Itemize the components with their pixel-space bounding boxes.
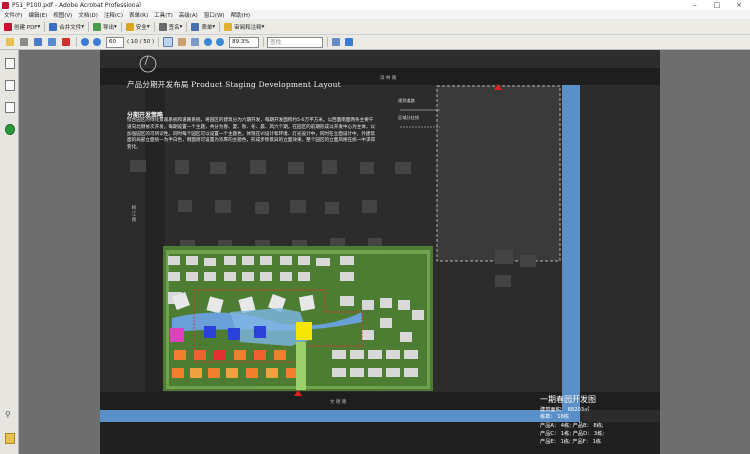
prev-page-icon[interactable] (81, 38, 89, 46)
menu-window[interactable]: 窗口(W) (204, 11, 225, 19)
road-label-north: 滨 林 路 (380, 76, 397, 81)
comment-icon (224, 22, 233, 31)
pages-icon[interactable] (5, 58, 15, 69)
pen-icon (158, 22, 167, 31)
forms-button[interactable]: 表单 ▾ (191, 22, 215, 31)
strategy-paragraph: 综合园区的绿化景观系统和道路系统，将园区的建筑分为六期开发，每期开发面积约5-6… (127, 118, 376, 151)
stop-icon[interactable] (62, 38, 70, 46)
lock-icon (125, 22, 134, 31)
next-page-icon[interactable] (93, 38, 101, 46)
page-count: ( 10 / 50 ) (127, 39, 155, 45)
export-icon (93, 22, 102, 31)
secure-button[interactable]: 安全 ▾ (125, 22, 150, 31)
comments-icon[interactable] (5, 433, 15, 444)
fit-page-icon[interactable] (332, 38, 341, 46)
select-tool-icon[interactable] (163, 37, 174, 47)
page-title: 产品分期开发布局 Product Staging Development Lay… (127, 80, 341, 89)
attachments-icon[interactable]: ⚲ (5, 410, 13, 419)
open-icon[interactable] (6, 38, 14, 46)
menu-help[interactable]: 帮助(H) (231, 11, 250, 19)
acrobat-icon (2, 1, 9, 9)
phase-title: 一期春园开发图 (540, 395, 596, 404)
menu-view[interactable]: 视图(V) (53, 11, 72, 19)
print-icon[interactable] (20, 38, 28, 46)
road-label-west: 桃 江 路 (131, 205, 136, 222)
zoom-in-icon[interactable] (216, 38, 225, 46)
window-title: P51_P100.pdf - Adobe Acrobat Professiona… (12, 1, 141, 9)
pdf-page[interactable]: 产品分期开发布局 Product Staging Development Lay… (100, 50, 660, 454)
menu-edit[interactable]: 编辑(E) (28, 11, 47, 19)
merge-files-button[interactable]: 合并文件 ▾ (49, 22, 84, 31)
hand-tool-icon[interactable] (178, 38, 187, 46)
nav-toolbar: 60 ( 10 / 50 ) 89.3% 查找 (0, 35, 750, 50)
legend-planned-road: 规划道路 (398, 98, 415, 103)
find-input[interactable]: 查找 (267, 36, 324, 48)
stat-count: 栋数： 18栋 (540, 414, 569, 420)
stat-area: 建筑面积： 68203㎡ (540, 407, 590, 413)
menu-tools[interactable]: 工具(T) (154, 11, 173, 19)
legend-zone-line: 区域分红线 (398, 115, 419, 120)
signatures-icon[interactable] (5, 102, 15, 113)
stat-product-cd: 产品C： 1栋; 产品D： 3栋; (540, 431, 605, 437)
menu-advanced[interactable]: 高级(A) (179, 11, 198, 19)
save-icon[interactable] (34, 38, 42, 46)
page-number-input[interactable]: 60 (106, 36, 124, 48)
menu-document[interactable]: 文档(D) (78, 11, 98, 19)
minimize-icon[interactable]: – (684, 0, 706, 10)
window-title-bar: P51_P100.pdf - Adobe Acrobat Professiona… (0, 0, 750, 10)
merge-icon (49, 22, 58, 31)
email-icon[interactable] (48, 38, 56, 46)
maximize-icon[interactable]: □ (706, 0, 728, 10)
create-pdf-button[interactable]: 创建 PDF ▾ (4, 22, 40, 31)
review-button[interactable]: 审阅和注释 ▾ (224, 22, 264, 31)
stat-product-ab: 产品A： 4栋; 产品B： 8栋; (540, 423, 604, 429)
fullscreen-icon[interactable] (345, 38, 354, 46)
zoom-tool-icon[interactable] (191, 38, 200, 46)
bookmarks-icon[interactable] (5, 80, 15, 91)
menu-file[interactable]: 文件(F) (4, 11, 22, 19)
export-button[interactable]: 导出 ▾ (93, 22, 117, 31)
road-label-south: 文 德 路 (330, 400, 347, 405)
zoom-select[interactable]: 89.3% (229, 36, 260, 48)
task-toolbar: 创建 PDF ▾ 合并文件 ▾ 导出 ▾ 安全 ▾ 签名 ▾ 表单 ▾ 审阅和注释 ▾ (0, 19, 750, 35)
create-pdf-icon (4, 22, 12, 31)
zoom-out-icon[interactable] (204, 38, 213, 46)
sign-button[interactable]: 签名 ▾ (158, 22, 182, 31)
menu-forms[interactable]: 表单(R) (129, 11, 148, 19)
close-icon[interactable]: × (728, 0, 750, 10)
navigation-pane: ⚲ (0, 50, 19, 454)
stat-product-ef: 产品E： 1栋; 产品F： 1栋 (540, 439, 602, 445)
menu-comments[interactable]: 注释(C) (104, 11, 123, 19)
form-icon (191, 22, 200, 31)
window-controls: – □ × (684, 0, 750, 10)
help-icon[interactable] (5, 124, 15, 135)
